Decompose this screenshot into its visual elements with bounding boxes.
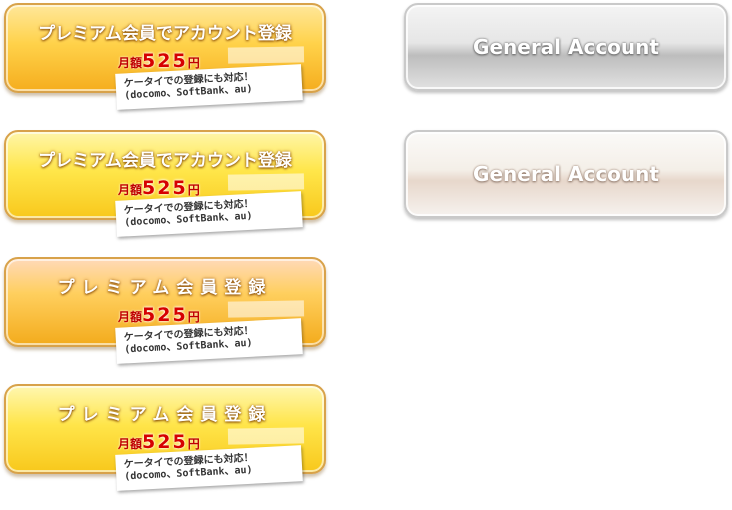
price-amount: 525 [142,431,188,453]
tape-decoration [227,300,305,318]
tape-decoration [227,427,305,445]
price-unit: 円 [187,437,200,451]
price-amount: 525 [142,177,188,199]
general-button-label: General Account [473,35,659,59]
premium-button-title: プレミアム会員でアカウント登録 [38,151,292,171]
price: 月額525円 [118,431,200,453]
premium-account-register-button-2[interactable]: プレミアム会員でアカウント登録 月額525円 ケータイでの登録にも対応！ (do… [4,130,326,237]
price-label: 月額 [118,183,143,197]
tape-decoration [227,173,305,191]
price: 月額525円 [118,304,200,326]
premium-button-title: プレミアム会員でアカウント登録 [38,24,292,44]
general-account-button-1[interactable]: General Account [404,3,728,91]
price-unit: 円 [187,183,200,197]
tape-decoration [227,46,305,64]
price-label: 月額 [118,310,143,324]
premium-account-register-button-1[interactable]: プレミアム会員でアカウント登録 月額525円 ケータイでの登録にも対応！ (do… [4,3,326,110]
price-amount: 525 [142,304,188,326]
premium-member-register-button-2[interactable]: プレミアム会員登録 月額525円 ケータイでの登録にも対応！ (docomo、S… [4,384,326,491]
price-label: 月額 [118,56,143,70]
premium-member-register-button-1[interactable]: プレミアム会員登録 月額525円 ケータイでの登録にも対応！ (docomo、S… [4,257,326,364]
price-label: 月額 [118,437,143,451]
price: 月額525円 [118,177,200,199]
price-amount: 525 [142,50,188,72]
general-account-button-2[interactable]: General Account [404,130,728,218]
price-unit: 円 [187,310,200,324]
price: 月額525円 [118,50,200,72]
premium-button-title: プレミアム会員登録 [57,278,273,298]
general-button-label: General Account [473,162,659,186]
premium-button-title: プレミアム会員登録 [57,405,273,425]
price-unit: 円 [187,56,200,70]
